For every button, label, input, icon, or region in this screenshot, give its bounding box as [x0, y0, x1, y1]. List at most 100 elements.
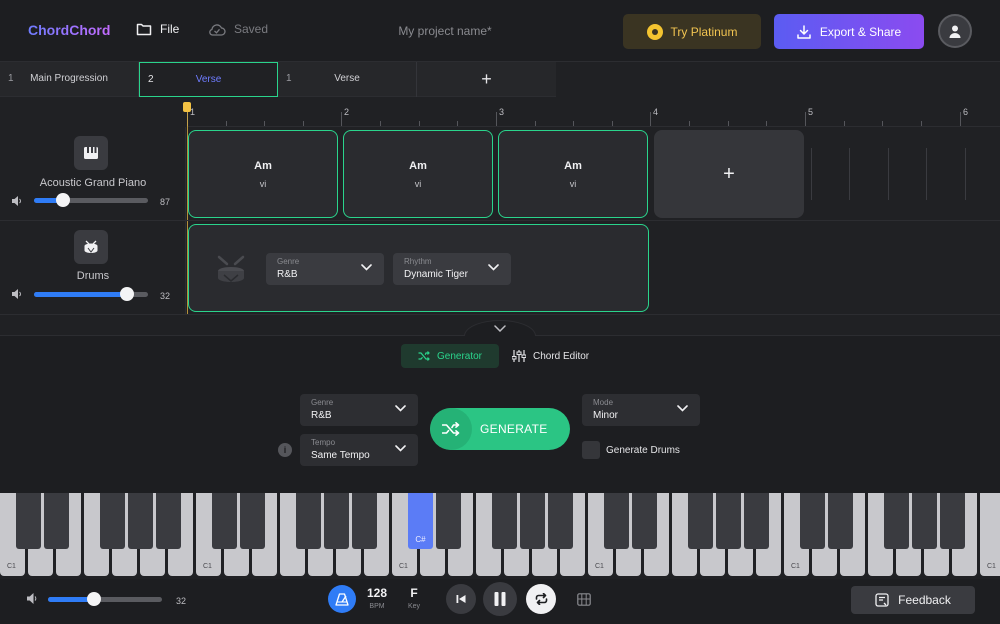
- piano-black-key[interactable]: [632, 493, 657, 549]
- piano-black-key[interactable]: [912, 493, 937, 549]
- ruler-label: 4: [653, 107, 659, 117]
- loop-button[interactable]: [526, 584, 556, 614]
- ruler-subtick: [728, 121, 729, 126]
- repeat-icon: [535, 593, 547, 605]
- piano-black-key[interactable]: [212, 493, 237, 549]
- piano-black-key[interactable]: [128, 493, 153, 549]
- dropdown-value: Dynamic Tiger: [404, 269, 468, 280]
- grid-line: [965, 148, 966, 200]
- metronome-button[interactable]: [328, 585, 356, 613]
- keyboard-toggle-icon[interactable]: [577, 593, 591, 606]
- dropdown-label: Genre: [311, 398, 334, 407]
- master-volume-slider[interactable]: [48, 592, 162, 606]
- volume-icon[interactable]: [27, 593, 39, 604]
- download-icon: [797, 24, 811, 39]
- add-chord-button[interactable]: +: [654, 130, 804, 218]
- piano-black-key[interactable]: [352, 493, 377, 549]
- try-platinum-button[interactable]: Try Platinum: [623, 14, 761, 49]
- ruler-subtick: [380, 121, 381, 126]
- drum-genre-dropdown[interactable]: Genre R&B: [266, 253, 384, 285]
- volume-icon[interactable]: [12, 289, 23, 299]
- timeline-ruler[interactable]: 1 2 3 4 5 6: [187, 97, 1000, 127]
- piano-black-key[interactable]: [100, 493, 125, 549]
- chord-block[interactable]: Am vi: [188, 130, 338, 218]
- piano-black-key[interactable]: [688, 493, 713, 549]
- piano-black-key[interactable]: [436, 493, 461, 549]
- piano-black-key[interactable]: [324, 493, 349, 549]
- piano-black-key[interactable]: [828, 493, 853, 549]
- track-name: Acoustic Grand Piano: [39, 177, 147, 189]
- tempo-dropdown[interactable]: Tempo Same Tempo: [300, 434, 418, 466]
- bpm-display[interactable]: 128 BPM: [366, 586, 388, 610]
- piano-black-key[interactable]: [16, 493, 41, 549]
- ruler-subtick: [303, 121, 304, 126]
- dropdown-label: Tempo: [311, 438, 336, 447]
- tab-generator[interactable]: Generator: [401, 344, 499, 368]
- piano-black-key[interactable]: [520, 493, 545, 549]
- chord-block[interactable]: Am vi: [498, 130, 648, 218]
- skip-back-button[interactable]: [446, 584, 476, 614]
- tab-label: Main Progression: [30, 73, 108, 84]
- ruler-tick: [805, 112, 806, 126]
- key-display[interactable]: F Key: [403, 586, 425, 610]
- drum-pattern-block[interactable]: Genre R&B Rhythm Dynamic Tiger: [188, 224, 649, 312]
- tab-verse-active[interactable]: 2 Verse: [139, 62, 278, 97]
- piano-black-key[interactable]: [492, 493, 517, 549]
- ruler-subtick: [573, 121, 574, 126]
- piano-black-key[interactable]: [744, 493, 769, 549]
- export-share-button[interactable]: Export & Share: [774, 14, 924, 49]
- ruler-subtick: [264, 121, 265, 126]
- ruler-subtick: [921, 121, 922, 126]
- tab-main-progression[interactable]: 1 Main Progression: [0, 62, 139, 97]
- ruler-subtick: [689, 121, 690, 126]
- tab-verse[interactable]: 1 Verse: [278, 62, 417, 97]
- feedback-button[interactable]: Feedback: [851, 586, 975, 614]
- piano-black-key[interactable]: [296, 493, 321, 549]
- chord-block[interactable]: Am vi: [343, 130, 493, 218]
- piano-black-key[interactable]: [156, 493, 181, 549]
- volume-knob[interactable]: [55, 193, 70, 207]
- tab-chord-editor-label: Chord Editor: [533, 350, 590, 362]
- add-section-button[interactable]: +: [417, 62, 556, 97]
- drum-rhythm-dropdown[interactable]: Rhythm Dynamic Tiger: [393, 253, 511, 285]
- grid-line: [849, 148, 850, 200]
- chevron-down-icon: [361, 264, 372, 271]
- piano-keyboard[interactable]: C1 C1 C1 C1 C1 C1 C#: [0, 493, 1000, 579]
- piano-black-key[interactable]: [548, 493, 573, 549]
- user-avatar[interactable]: [938, 14, 972, 48]
- piano-black-key[interactable]: [240, 493, 265, 549]
- ruler-tick: [496, 112, 497, 126]
- genre-dropdown[interactable]: Genre R&B: [300, 394, 418, 426]
- generate-button[interactable]: GENERATE: [430, 408, 570, 450]
- piano-black-key[interactable]: [800, 493, 825, 549]
- piano-black-key[interactable]: [716, 493, 741, 549]
- generate-drums-label[interactable]: Generate Drums: [606, 445, 680, 456]
- collapse-panel-button[interactable]: [464, 320, 536, 336]
- volume-slider[interactable]: [34, 193, 148, 207]
- piano-black-key[interactable]: [604, 493, 629, 549]
- generate-drums-checkbox[interactable]: [582, 441, 600, 459]
- playhead-handle[interactable]: [183, 102, 191, 112]
- track-drums: Drums 32: [0, 221, 186, 314]
- piano-black-key[interactable]: [44, 493, 69, 549]
- volume-knob[interactable]: [86, 592, 101, 606]
- piano-icon[interactable]: [74, 136, 108, 170]
- piano-black-key[interactable]: [884, 493, 909, 549]
- piano-black-key[interactable]: [940, 493, 965, 549]
- tab-chord-editor[interactable]: Chord Editor: [512, 344, 589, 368]
- volume-knob[interactable]: [120, 287, 135, 301]
- info-icon[interactable]: i: [278, 443, 292, 457]
- dropdown-value: Same Tempo: [311, 450, 370, 461]
- mode-dropdown[interactable]: Mode Minor: [582, 394, 700, 426]
- ruler-subtick: [882, 121, 883, 126]
- piano-white-key[interactable]: C1: [980, 493, 1000, 576]
- drum-icon[interactable]: [74, 230, 108, 264]
- pause-button[interactable]: [483, 582, 517, 616]
- tab-label: Verse: [334, 73, 360, 84]
- octave-label: C1: [7, 563, 16, 570]
- ruler-tick: [650, 112, 651, 126]
- octave-label: C1: [399, 563, 408, 570]
- volume-icon[interactable]: [12, 196, 23, 206]
- piano-black-key-highlighted[interactable]: C#: [408, 493, 433, 549]
- volume-slider[interactable]: [34, 287, 148, 301]
